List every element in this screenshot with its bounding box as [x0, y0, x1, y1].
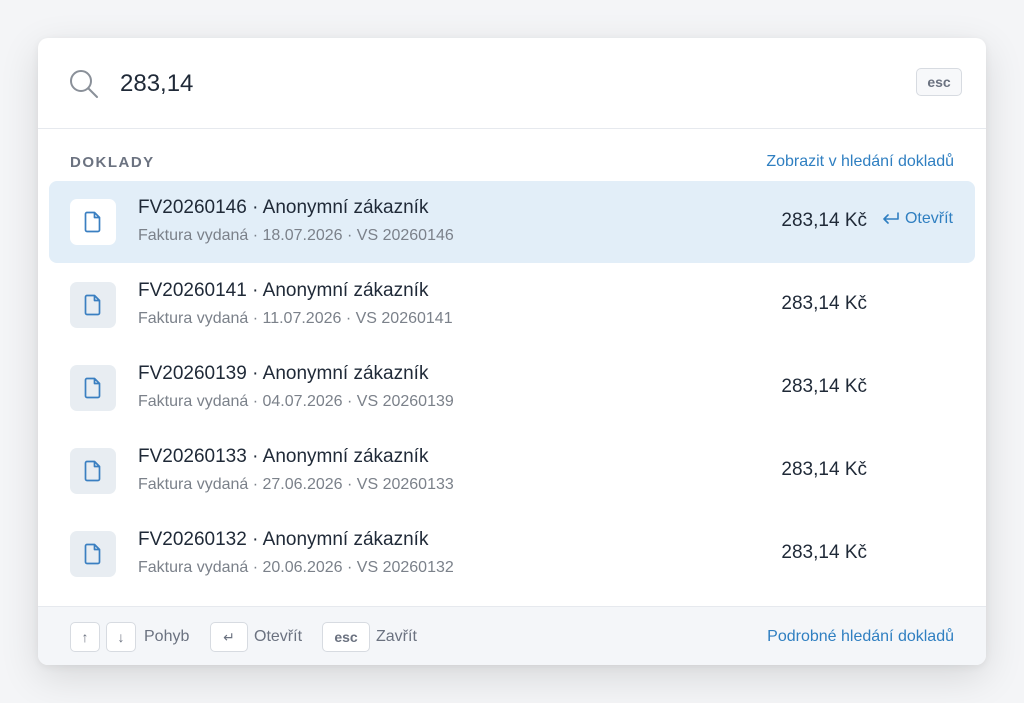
- section-title: DOKLADY: [70, 154, 155, 171]
- move-hint-label: Pohyb: [144, 628, 190, 645]
- document-icon: [70, 448, 116, 494]
- search-icon: [70, 70, 98, 98]
- result-subtitle: Faktura vydaná · 11.07.2026 · VS 2026014…: [138, 310, 453, 327]
- esc-key: esc: [322, 622, 370, 652]
- enter-key: ↵: [210, 622, 248, 652]
- arrow-down-key: ↓: [106, 622, 136, 652]
- search-bar: esc: [38, 38, 986, 129]
- open-hint-label: Otevřít: [254, 628, 303, 645]
- result-amount: 283,14 Kč: [781, 210, 867, 231]
- result-row[interactable]: FV20260132 · Anonymní zákazník Faktura v…: [49, 513, 975, 595]
- show-in-document-search-link[interactable]: Zobrazit v hledání dokladů: [766, 153, 954, 171]
- command-palette: esc DOKLADY Zobrazit v hledání dokladů F…: [38, 38, 986, 665]
- result-amount: 283,14 Kč: [781, 542, 867, 563]
- result-subtitle: Faktura vydaná · 18.07.2026 · VS 2026014…: [138, 227, 454, 244]
- document-icon: [70, 365, 116, 411]
- results-list: FV20260146 · Anonymní zákazník Faktura v…: [49, 181, 975, 596]
- result-subtitle: Faktura vydaná · 27.06.2026 · VS 2026013…: [138, 476, 454, 493]
- advanced-document-search-link[interactable]: Podrobné hledání dokladů: [767, 628, 954, 646]
- result-title: FV20260141 · Anonymní zákazník: [138, 280, 429, 301]
- close-hint-label: Zavřít: [376, 628, 417, 645]
- result-amount: 283,14 Kč: [781, 293, 867, 314]
- result-title: FV20260139 · Anonymní zákazník: [138, 363, 429, 384]
- result-title: FV20260132 · Anonymní zákazník: [138, 529, 429, 550]
- result-row[interactable]: FV20260141 · Anonymní zákazník Faktura v…: [49, 264, 975, 346]
- open-hint[interactable]: Otevřít: [881, 210, 953, 228]
- result-subtitle: Faktura vydaná · 20.06.2026 · VS 2026013…: [138, 559, 454, 576]
- result-row[interactable]: FV20260146 · Anonymní zákazník Faktura v…: [49, 181, 975, 263]
- esc-key-badge[interactable]: esc: [916, 68, 962, 96]
- open-hint-label: Otevřít: [904, 210, 953, 227]
- result-amount: 283,14 Kč: [781, 459, 867, 480]
- document-icon: [70, 531, 116, 577]
- result-title: FV20260133 · Anonymní zákazník: [138, 446, 429, 467]
- document-icon: [70, 282, 116, 328]
- result-row[interactable]: FV20260133 · Anonymní zákazník Faktura v…: [49, 430, 975, 512]
- document-icon: [70, 199, 116, 245]
- result-amount: 283,14 Kč: [781, 376, 867, 397]
- result-row[interactable]: FV20260139 · Anonymní zákazník Faktura v…: [49, 347, 975, 429]
- enter-icon: [883, 212, 899, 224]
- result-subtitle: Faktura vydaná · 04.07.2026 · VS 2026013…: [138, 393, 454, 410]
- result-title: FV20260146 · Anonymní zákazník: [138, 197, 429, 218]
- arrow-up-key: ↑: [70, 622, 100, 652]
- search-input[interactable]: [120, 66, 820, 102]
- keyboard-hints-footer: ↑ ↓ Pohyb ↵ Otevřít esc Zavřít Podrobné …: [38, 606, 986, 665]
